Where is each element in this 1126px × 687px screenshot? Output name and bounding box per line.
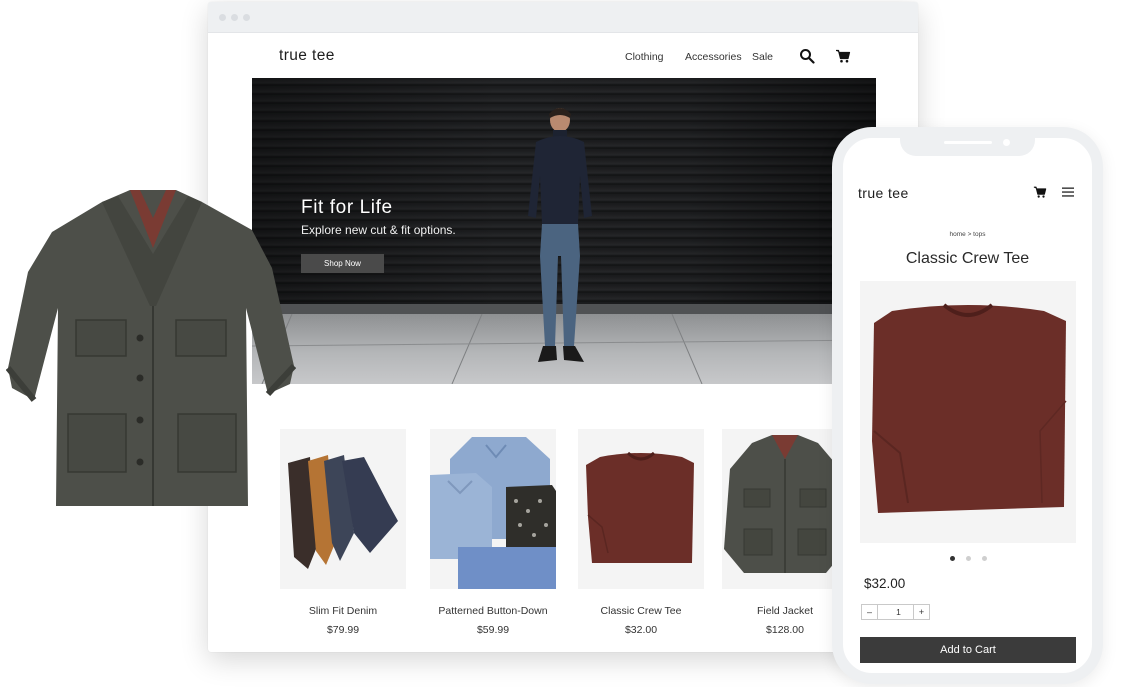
product-card[interactable]: Slim Fit Denim $79.99 (280, 429, 406, 636)
product-price: $128.00 (766, 624, 804, 636)
desktop-browser-window: true tee Clothing Accessories Sale Fit f… (208, 2, 918, 652)
product-name[interactable]: Patterned Button-Down (430, 605, 556, 617)
site-logo[interactable]: true tee (279, 47, 335, 65)
mobile-site-logo[interactable]: true tee (858, 185, 909, 201)
hero-title: Fit for Life (301, 197, 393, 218)
product-price: $32.00 (624, 624, 658, 636)
shop-now-button[interactable]: Shop Now (301, 254, 384, 273)
floating-jacket-image (6, 190, 296, 506)
product-name[interactable]: Slim Fit Denim (280, 605, 406, 617)
product-card[interactable]: Classic Crew Tee $32.00 (578, 429, 704, 636)
carousel-dot[interactable] (966, 556, 971, 561)
carousel-dot-active[interactable] (950, 556, 955, 561)
window-dot (219, 14, 226, 21)
product-price: $59.99 (476, 624, 510, 636)
site-header: true tee Clothing Accessories Sale (208, 33, 918, 78)
product-name[interactable]: Classic Crew Tee (578, 605, 704, 617)
product-price: $79.99 (326, 624, 360, 636)
nav-accessories[interactable]: Accessories (685, 51, 742, 63)
carousel-dot[interactable] (982, 556, 987, 561)
hero-model-image (528, 108, 592, 362)
hero-subtitle: Explore new cut & fit options. (301, 223, 456, 237)
hamburger-menu-icon[interactable] (1061, 185, 1075, 199)
product-image-field-jacket[interactable] (722, 429, 848, 589)
window-dot (231, 14, 238, 21)
browser-title-bar (208, 2, 918, 33)
quantity-increment-button[interactable]: + (913, 604, 930, 620)
phone-notch (900, 138, 1035, 156)
add-to-cart-button[interactable]: Add to Cart (860, 637, 1076, 663)
product-card[interactable]: Field Jacket $128.00 (722, 429, 848, 636)
mobile-phone-frame: true tee home > tops Classic Crew Tee $3… (832, 127, 1103, 684)
product-image-denim[interactable] (280, 429, 406, 589)
search-icon[interactable] (799, 48, 815, 64)
product-main-image[interactable] (860, 281, 1076, 543)
nav-clothing[interactable]: Clothing (625, 51, 664, 63)
product-image-crew-tee[interactable] (578, 429, 704, 589)
product-image-button-down[interactable] (430, 429, 556, 589)
window-dot (243, 14, 250, 21)
nav-sale[interactable]: Sale (752, 51, 773, 63)
product-name[interactable]: Field Jacket (722, 605, 848, 617)
cart-icon[interactable] (1033, 185, 1047, 199)
hero-banner: Fit for Life Explore new cut & fit optio… (252, 78, 876, 384)
product-card[interactable]: Patterned Button-Down $59.99 (430, 429, 556, 636)
product-title: Classic Crew Tee (905, 250, 1030, 267)
breadcrumb[interactable]: home > tops (843, 231, 1092, 238)
product-price: $32.00 (864, 576, 906, 591)
quantity-decrement-button[interactable]: – (861, 604, 878, 620)
cart-icon[interactable] (835, 48, 851, 64)
